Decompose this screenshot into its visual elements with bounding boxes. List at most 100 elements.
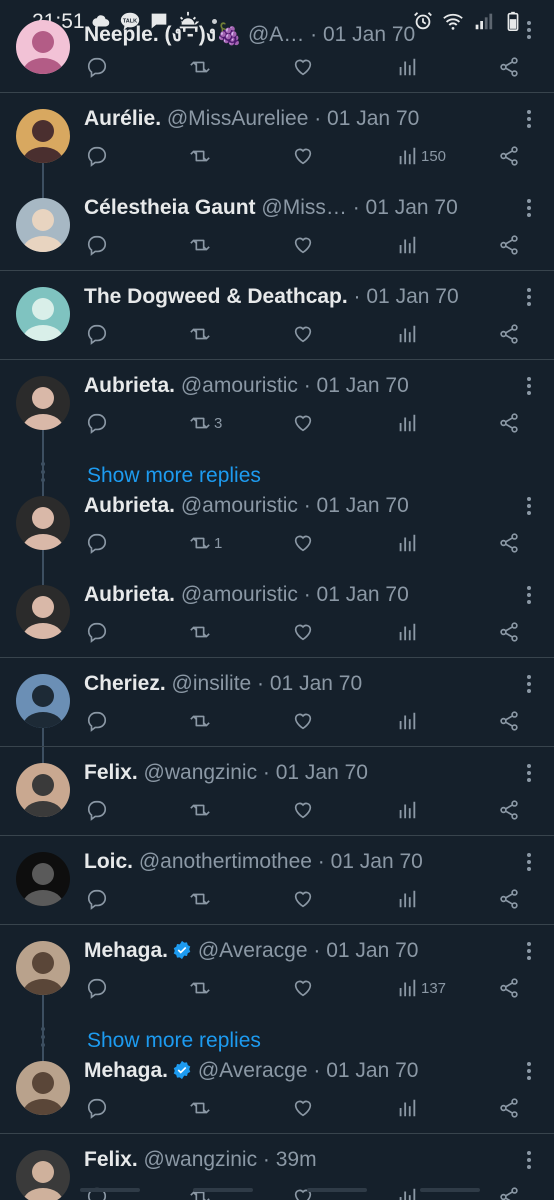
share-button[interactable] [498, 410, 520, 436]
more-options-icon[interactable] [526, 852, 532, 872]
more-options-icon[interactable] [526, 674, 532, 694]
retweet-button[interactable]: 3 [189, 410, 222, 436]
more-options-icon[interactable] [526, 1061, 532, 1081]
share-button[interactable] [498, 232, 520, 258]
display-name[interactable]: The Dogweed & Deathcap. [84, 285, 348, 308]
share-button[interactable] [498, 1184, 520, 1200]
like-button[interactable] [292, 1095, 314, 1121]
like-button[interactable] [292, 619, 314, 645]
display-name[interactable]: Felix. [84, 1148, 138, 1171]
display-name[interactable]: Loic. [84, 850, 133, 873]
like-button[interactable] [292, 708, 314, 734]
user-handle[interactable]: @amouristic [175, 583, 298, 606]
avatar[interactable] [16, 941, 70, 995]
user-handle[interactable]: @Averacge [192, 939, 308, 962]
share-button[interactable] [498, 797, 520, 823]
reply-button[interactable] [86, 975, 108, 1001]
more-options-icon[interactable] [526, 198, 532, 218]
user-handle[interactable]: @A… [242, 23, 304, 46]
views-button[interactable] [396, 886, 418, 912]
share-button[interactable] [498, 1095, 520, 1121]
avatar[interactable] [16, 763, 70, 817]
more-options-icon[interactable] [526, 109, 532, 129]
retweet-button[interactable] [189, 975, 211, 1001]
retweet-button[interactable] [189, 232, 211, 258]
views-button[interactable] [396, 410, 418, 436]
display-name[interactable]: Mehaga. [84, 939, 168, 962]
like-button[interactable] [292, 797, 314, 823]
like-button[interactable] [292, 410, 314, 436]
display-name[interactable]: Mehaga. [84, 1059, 168, 1082]
user-handle[interactable]: @anothertimothee [133, 850, 312, 873]
more-options-icon[interactable] [526, 496, 532, 516]
display-name[interactable]: Célestheia Gaunt [84, 196, 256, 219]
like-button[interactable] [292, 232, 314, 258]
user-handle[interactable]: @MissAureliee [161, 107, 309, 130]
user-handle[interactable]: @wangzinic [138, 1148, 258, 1171]
reply-button[interactable] [86, 530, 108, 556]
retweet-button[interactable] [189, 886, 211, 912]
avatar[interactable] [16, 1061, 70, 1115]
reply-button[interactable] [86, 797, 108, 823]
display-name[interactable]: Felix. [84, 761, 138, 784]
share-button[interactable] [498, 619, 520, 645]
reply-button[interactable] [86, 886, 108, 912]
reply-button[interactable] [86, 708, 108, 734]
retweet-button[interactable] [189, 708, 211, 734]
retweet-button[interactable] [189, 619, 211, 645]
views-button[interactable]: 150 [396, 143, 446, 169]
avatar[interactable] [16, 287, 70, 341]
views-button[interactable] [396, 54, 418, 80]
avatar[interactable] [16, 1150, 70, 1200]
retweet-button[interactable]: 1 [189, 530, 222, 556]
views-button[interactable] [396, 619, 418, 645]
like-button[interactable] [292, 530, 314, 556]
avatar[interactable] [16, 198, 70, 252]
avatar[interactable] [16, 585, 70, 639]
like-button[interactable] [292, 321, 314, 347]
like-button[interactable] [292, 143, 314, 169]
retweet-button[interactable] [189, 54, 211, 80]
avatar[interactable] [16, 20, 70, 74]
like-button[interactable] [292, 886, 314, 912]
more-options-icon[interactable] [526, 585, 532, 605]
retweet-button[interactable] [189, 797, 211, 823]
show-more-replies-link[interactable]: Show more replies [87, 464, 261, 488]
avatar[interactable] [16, 109, 70, 163]
more-options-icon[interactable] [526, 1150, 532, 1170]
reply-button[interactable] [86, 321, 108, 347]
share-button[interactable] [498, 530, 520, 556]
more-options-icon[interactable] [526, 763, 532, 783]
user-handle[interactable]: @insilite [166, 672, 252, 695]
more-options-icon[interactable] [526, 941, 532, 961]
like-button[interactable] [292, 975, 314, 1001]
reply-button[interactable] [86, 232, 108, 258]
reply-button[interactable] [86, 1095, 108, 1121]
display-name[interactable]: Aubrieta. [84, 494, 175, 517]
display-name[interactable]: Aubrieta. [84, 583, 175, 606]
views-button[interactable] [396, 797, 418, 823]
more-options-icon[interactable] [526, 20, 532, 40]
share-button[interactable] [498, 321, 520, 347]
reply-button[interactable] [86, 143, 108, 169]
share-button[interactable] [498, 886, 520, 912]
display-name[interactable]: Neeple. (ง'̀-'́)ง🍇 [84, 23, 242, 46]
retweet-button[interactable] [189, 321, 211, 347]
more-options-icon[interactable] [526, 376, 532, 396]
reply-button[interactable] [86, 54, 108, 80]
views-button[interactable] [396, 530, 418, 556]
more-options-icon[interactable] [526, 287, 532, 307]
share-button[interactable] [498, 143, 520, 169]
like-button[interactable] [292, 54, 314, 80]
views-button[interactable] [396, 321, 418, 347]
show-more-replies-link[interactable]: Show more replies [87, 1029, 261, 1053]
user-handle[interactable]: @Averacge [192, 1059, 308, 1082]
retweet-button[interactable] [189, 143, 211, 169]
display-name[interactable]: Cheriez. [84, 672, 166, 695]
views-button[interactable] [396, 708, 418, 734]
user-handle[interactable]: @amouristic [175, 374, 298, 397]
display-name[interactable]: Aubrieta. [84, 374, 175, 397]
avatar[interactable] [16, 376, 70, 430]
retweet-button[interactable] [189, 1095, 211, 1121]
views-button[interactable] [396, 1095, 418, 1121]
